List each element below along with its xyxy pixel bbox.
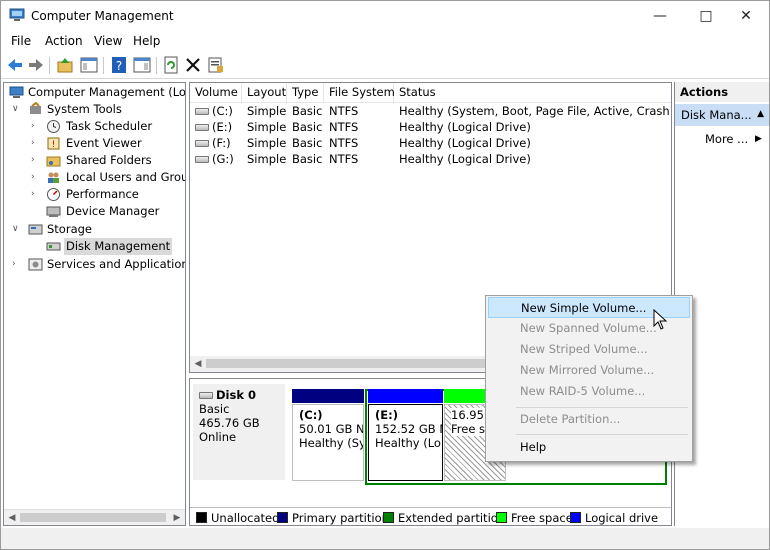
menu-item-help[interactable]: Help: [488, 437, 690, 458]
console-tree: Computer Management (Local ∨ System Tool…: [3, 82, 186, 526]
forward-arrow-icon[interactable]: [26, 55, 46, 75]
users-icon: [48, 172, 59, 183]
legend-swatch: [570, 512, 581, 523]
legend-swatch: [383, 512, 394, 523]
up-folder-icon[interactable]: [55, 55, 75, 75]
disk-icon: [199, 392, 213, 399]
mouse-pointer-icon: [653, 309, 668, 330]
expand-chevron-icon[interactable]: ›: [31, 135, 41, 152]
volume-list-header: Volume Layout Type File System Status: [190, 83, 671, 103]
disk-0-info[interactable]: Disk 0 Basic 465.76 GB Online: [193, 384, 285, 480]
legend-unallocated: Unallocated: [196, 511, 279, 525]
refresh-icon[interactable]: [161, 55, 181, 75]
scrollbar-thumb[interactable]: [206, 359, 506, 368]
delete-icon[interactable]: [183, 55, 203, 75]
partition-c[interactable]: (C:) 50.01 GB N Healthy (Sy: [292, 389, 364, 481]
minimize-button[interactable]: —: [637, 1, 683, 31]
table-row[interactable]: (C:) Simple Basic NTFS Healthy (System, …: [190, 103, 671, 119]
legend-free-space: Free space: [496, 511, 573, 525]
window-title: Computer Management: [31, 9, 174, 23]
legend-extended-partition: Extended partition: [383, 511, 505, 525]
legend-logical-drive: Logical drive: [570, 511, 658, 525]
tree-horizontal-scrollbar[interactable]: ◀ ▶: [4, 509, 185, 525]
menu-action[interactable]: Action: [45, 34, 83, 48]
computer-management-icon: [9, 86, 24, 98]
drive-icon: [195, 140, 209, 147]
legend-swatch: [277, 512, 288, 523]
svg-text:?: ?: [116, 59, 122, 73]
menu-item-new-striped-volume[interactable]: New Striped Volume...: [488, 339, 690, 360]
storage-icon: [28, 224, 43, 235]
column-header-status[interactable]: Status: [394, 83, 671, 102]
actions-title: Actions: [675, 82, 769, 102]
table-row[interactable]: (G:) Simple Basic NTFS Healthy (Logical …: [190, 151, 671, 167]
show-hide-console-tree-icon[interactable]: [79, 55, 99, 75]
logical-drive-bar: [368, 389, 443, 403]
menu-file[interactable]: File: [11, 34, 31, 48]
close-button[interactable]: ✕: [723, 1, 769, 31]
menu-help[interactable]: Help: [133, 34, 160, 48]
back-arrow-icon[interactable]: [5, 55, 25, 75]
toolbar-separator: [49, 57, 50, 74]
expand-chevron-icon[interactable]: ›: [31, 169, 41, 186]
more-actions-link[interactable]: More ...: [705, 132, 748, 146]
menu-view[interactable]: View: [94, 34, 122, 48]
services-icon: [28, 258, 43, 271]
drive-icon: [195, 108, 209, 115]
properties-icon[interactable]: [206, 55, 226, 75]
computer-management-icon: [9, 8, 25, 21]
show-hide-action-pane-icon[interactable]: [132, 55, 152, 75]
scroll-left-icon[interactable]: ◀: [190, 356, 206, 372]
scrollbar-thumb[interactable]: [20, 513, 166, 522]
actions-disk-management[interactable]: Disk Mana... ▲: [675, 104, 769, 126]
partition-e[interactable]: (E:) 152.52 GB N Healthy (Lo: [368, 389, 443, 481]
drive-icon: [195, 156, 209, 163]
menu-separator: [516, 407, 688, 408]
menu-item-delete-partition[interactable]: Delete Partition...: [488, 409, 690, 430]
table-row[interactable]: (E:) Simple Basic NTFS Healthy (Logical …: [190, 119, 671, 135]
scroll-left-icon[interactable]: ◀: [4, 510, 20, 525]
computer-management-window: Computer Management — □ ✕ File Action Vi…: [0, 0, 770, 550]
table-row[interactable]: (F:) Simple Basic NTFS Healthy (Logical …: [190, 135, 671, 151]
submenu-arrow-icon: ▶: [755, 134, 762, 144]
legend-swatch: [496, 512, 507, 523]
menu-item-new-mirrored-volume[interactable]: New Mirrored Volume...: [488, 360, 690, 381]
clock-icon: [47, 120, 60, 133]
expand-chevron-icon[interactable]: ›: [31, 152, 41, 169]
event-viewer-icon: !: [47, 137, 60, 150]
column-header-volume[interactable]: Volume: [190, 83, 242, 102]
shared-folder-icon: [46, 156, 61, 167]
disk-management-icon: [46, 242, 61, 251]
menu-separator: [516, 434, 688, 435]
collapse-chevron-icon[interactable]: ∨: [12, 221, 22, 238]
status-bar: [1, 528, 769, 549]
scroll-right-icon[interactable]: ▶: [169, 510, 185, 525]
tools-icon: [30, 102, 41, 114]
legend-primary-partition: Primary partition: [277, 511, 389, 525]
drive-icon: [195, 124, 209, 131]
help-icon[interactable]: ?: [109, 55, 129, 75]
collapse-chevron-icon[interactable]: ∨: [12, 101, 22, 118]
column-header-layout[interactable]: Layout: [242, 83, 287, 102]
toolbar-separator: [156, 57, 157, 74]
collapse-up-icon[interactable]: ▲: [757, 109, 764, 119]
legend-swatch: [196, 512, 207, 523]
expand-chevron-icon[interactable]: ›: [31, 118, 41, 135]
column-header-type[interactable]: Type: [287, 83, 324, 102]
title-bar: Computer Management — □ ✕: [1, 1, 769, 31]
toolbar: ?: [1, 53, 769, 79]
expand-chevron-icon[interactable]: ›: [31, 186, 41, 203]
svg-text:!: !: [52, 140, 56, 150]
menu-item-new-raid5-volume[interactable]: New RAID-5 Volume...: [488, 381, 690, 402]
toolbar-separator: [103, 57, 104, 74]
expand-chevron-icon[interactable]: ›: [12, 256, 22, 273]
device-manager-icon: [46, 206, 61, 217]
menu-bar: File Action View Help: [1, 31, 769, 51]
disk-legend: Unallocated Primary partition Extended p…: [190, 507, 671, 525]
column-header-file-system[interactable]: File System: [324, 83, 395, 102]
performance-icon: [47, 188, 60, 201]
primary-partition-bar: [292, 389, 364, 403]
